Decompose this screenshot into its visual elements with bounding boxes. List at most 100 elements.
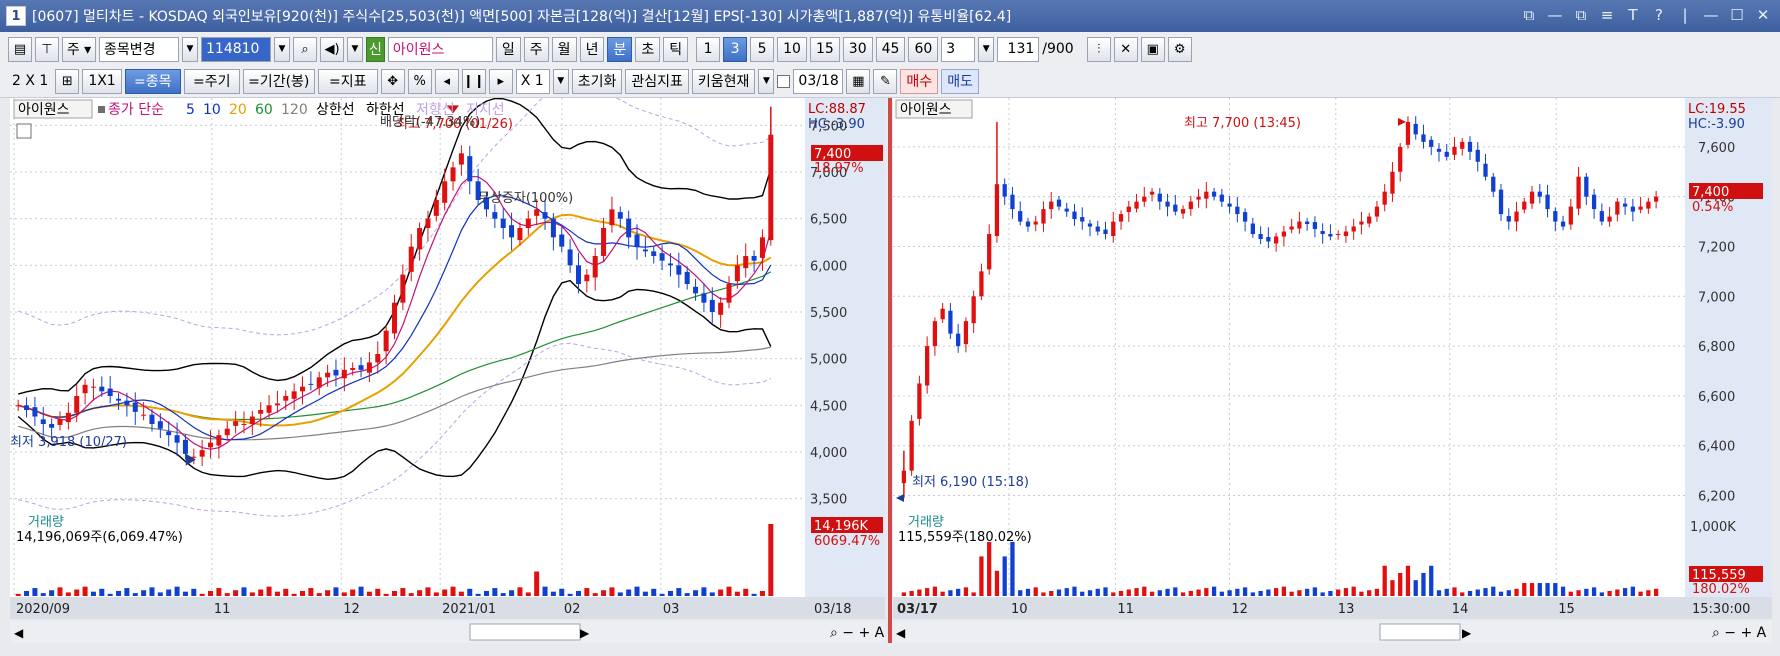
right-volume-bar <box>1320 592 1325 596</box>
right-scroll-left-icon[interactable]: ◀ <box>896 626 906 640</box>
interval-15[interactable]: 15 <box>809 36 840 62</box>
period-tick[interactable]: 틱 <box>663 36 689 62</box>
left-volume-bar <box>458 591 464 596</box>
left-table-icon[interactable] <box>16 123 32 139</box>
right-xaxis-label: 15:30:00 <box>1692 602 1750 617</box>
period-month[interactable]: 월 <box>551 36 577 62</box>
scroll-left-icon[interactable]: ◂ <box>434 68 459 94</box>
reset-button[interactable]: 초기화 <box>571 68 623 94</box>
calendar-icon[interactable]: ▦ <box>846 68 871 94</box>
right-zoom-controls[interactable]: ⌕ − + A <box>1712 625 1767 641</box>
interval-value-input[interactable]: 3 <box>941 36 976 62</box>
left-scrollbar[interactable] <box>10 621 885 643</box>
right-volume-bar <box>1413 580 1418 596</box>
search-icon[interactable]: ⌕ <box>293 36 317 62</box>
font-icon[interactable]: T <box>1624 5 1642 25</box>
period-second[interactable]: 초 <box>635 36 661 62</box>
left-volume-value: 14,196,069주(6,069.47%) <box>16 530 183 545</box>
interval-10[interactable]: 10 <box>777 36 807 62</box>
period-year[interactable]: 년 <box>579 36 605 62</box>
left-volume-bar <box>592 593 598 596</box>
chevron-down-icon[interactable]: ▼ <box>978 36 995 62</box>
help-icon[interactable]: ? <box>1650 5 1668 25</box>
crosshair-icon[interactable]: ✕ <box>1113 36 1138 62</box>
pause-icon[interactable]: ❙❙ <box>461 68 486 94</box>
left-volume-plot <box>10 512 805 597</box>
chevron-down-icon[interactable]: ▼ <box>274 36 290 62</box>
multiplier-select[interactable]: X 1 <box>515 68 550 94</box>
left-candle-body <box>684 271 690 284</box>
trade-settings-icon[interactable]: ✎ <box>873 68 898 94</box>
minimize-small-icon[interactable]: — <box>1546 5 1564 25</box>
sync-cycle-button[interactable]: =주기 <box>183 68 240 94</box>
left-candle-body <box>709 299 715 312</box>
left-volume-bar <box>492 588 498 596</box>
interval-45[interactable]: 45 <box>875 36 906 62</box>
sell-button[interactable]: 매도 <box>941 68 979 94</box>
period-day[interactable]: 일 <box>495 36 521 62</box>
left-zoom-controls[interactable]: ⌕ − + A <box>830 625 885 641</box>
minimize-icon[interactable]: — <box>1702 5 1720 25</box>
move-icon[interactable]: ✥ <box>380 68 405 94</box>
right-scroll-thumb[interactable] <box>1379 623 1461 641</box>
maximize-icon[interactable]: ☐ <box>1728 5 1746 25</box>
interval-1[interactable]: 1 <box>696 36 721 62</box>
grid-icon[interactable]: ⊞ <box>55 68 80 94</box>
period-week[interactable]: 주 <box>523 36 549 62</box>
right-candle-body <box>1452 146 1457 155</box>
right-volume-bar <box>1219 591 1224 596</box>
right-candle-body <box>1227 203 1232 207</box>
left-candle-body <box>333 369 339 376</box>
percent-icon[interactable]: % <box>407 68 432 94</box>
left-candle-body <box>626 218 632 238</box>
left-volume-bar <box>751 593 757 596</box>
right-volume-bar <box>1196 589 1201 596</box>
left-scroll-left-icon[interactable]: ◀ <box>14 626 24 640</box>
sync-stock-button[interactable]: =종목 <box>124 68 181 94</box>
candle-settings-icon[interactable]: ⫶ <box>1086 36 1111 62</box>
right-candle-body <box>1196 196 1201 200</box>
kiwoom-current-button[interactable]: 키움현재 <box>691 68 756 94</box>
chart-splitter[interactable] <box>888 98 892 643</box>
period-minute[interactable]: 분 <box>607 36 633 62</box>
menu-icon[interactable]: ≡ <box>1598 5 1616 25</box>
bar-count-input[interactable]: 131 <box>997 36 1040 62</box>
chevron-down-icon[interactable]: ▼ <box>347 36 363 62</box>
restore-icon[interactable]: ⧉ <box>1572 5 1590 25</box>
stock-name-field[interactable]: 아이원스 <box>387 36 493 62</box>
right-volume-bar <box>940 591 945 596</box>
link-icon[interactable]: ⧉ <box>1520 5 1538 25</box>
date-checkbox[interactable] <box>777 74 791 88</box>
left-scroll-thumb[interactable] <box>469 623 581 641</box>
chevron-down-icon[interactable]: ▼ <box>182 36 198 62</box>
buy-button[interactable]: 매수 <box>900 68 939 94</box>
sync-indicator-button[interactable]: =지표 <box>317 68 378 94</box>
date-input[interactable]: 03/18 <box>793 68 844 94</box>
interval-60[interactable]: 60 <box>908 36 939 62</box>
right-candle-body <box>1560 221 1566 227</box>
interval-3[interactable]: 3 <box>723 36 748 62</box>
speaker-icon[interactable]: ◀) <box>320 36 344 62</box>
gear-icon[interactable]: ⚙ <box>1167 36 1192 62</box>
sync-period-button[interactable]: =기간(봉) <box>242 68 315 94</box>
layout-icon[interactable]: ▤ <box>8 36 32 62</box>
scroll-right-icon[interactable]: ▸ <box>488 68 513 94</box>
pin-icon[interactable]: ⊤ <box>35 36 59 62</box>
right-scrollbar[interactable] <box>893 621 1772 643</box>
right-volume-bar <box>1630 586 1635 596</box>
stock-code-input[interactable]: 114810 <box>201 36 271 62</box>
layout-1x1-button[interactable]: 1X1 <box>82 68 122 94</box>
chevron-down-icon[interactable]: ▼ <box>758 68 775 94</box>
interval-30[interactable]: 30 <box>842 36 873 62</box>
stock-type-select[interactable]: 주 ▾ <box>62 36 96 62</box>
interval-5[interactable]: 5 <box>750 36 775 62</box>
left-scroll-right-icon[interactable]: ▶ <box>580 626 590 640</box>
interest-indicator-button[interactable]: 관심지표 <box>625 68 689 94</box>
right-scroll-right-icon[interactable]: ▶ <box>1462 626 1472 640</box>
close-icon[interactable]: ✕ <box>1754 5 1772 25</box>
right-volume-bar <box>1568 591 1573 596</box>
stock-change-select[interactable]: 종목변경 <box>99 36 179 62</box>
chevron-down-icon[interactable]: ▼ <box>552 68 569 94</box>
chart-area[interactable]: 아이원스 종가 단순 5 10 20 60 120 상한선 하한선 저항선 지지선 LC:88.8… <box>0 98 1780 656</box>
save-icon[interactable]: ▣ <box>1140 36 1165 62</box>
